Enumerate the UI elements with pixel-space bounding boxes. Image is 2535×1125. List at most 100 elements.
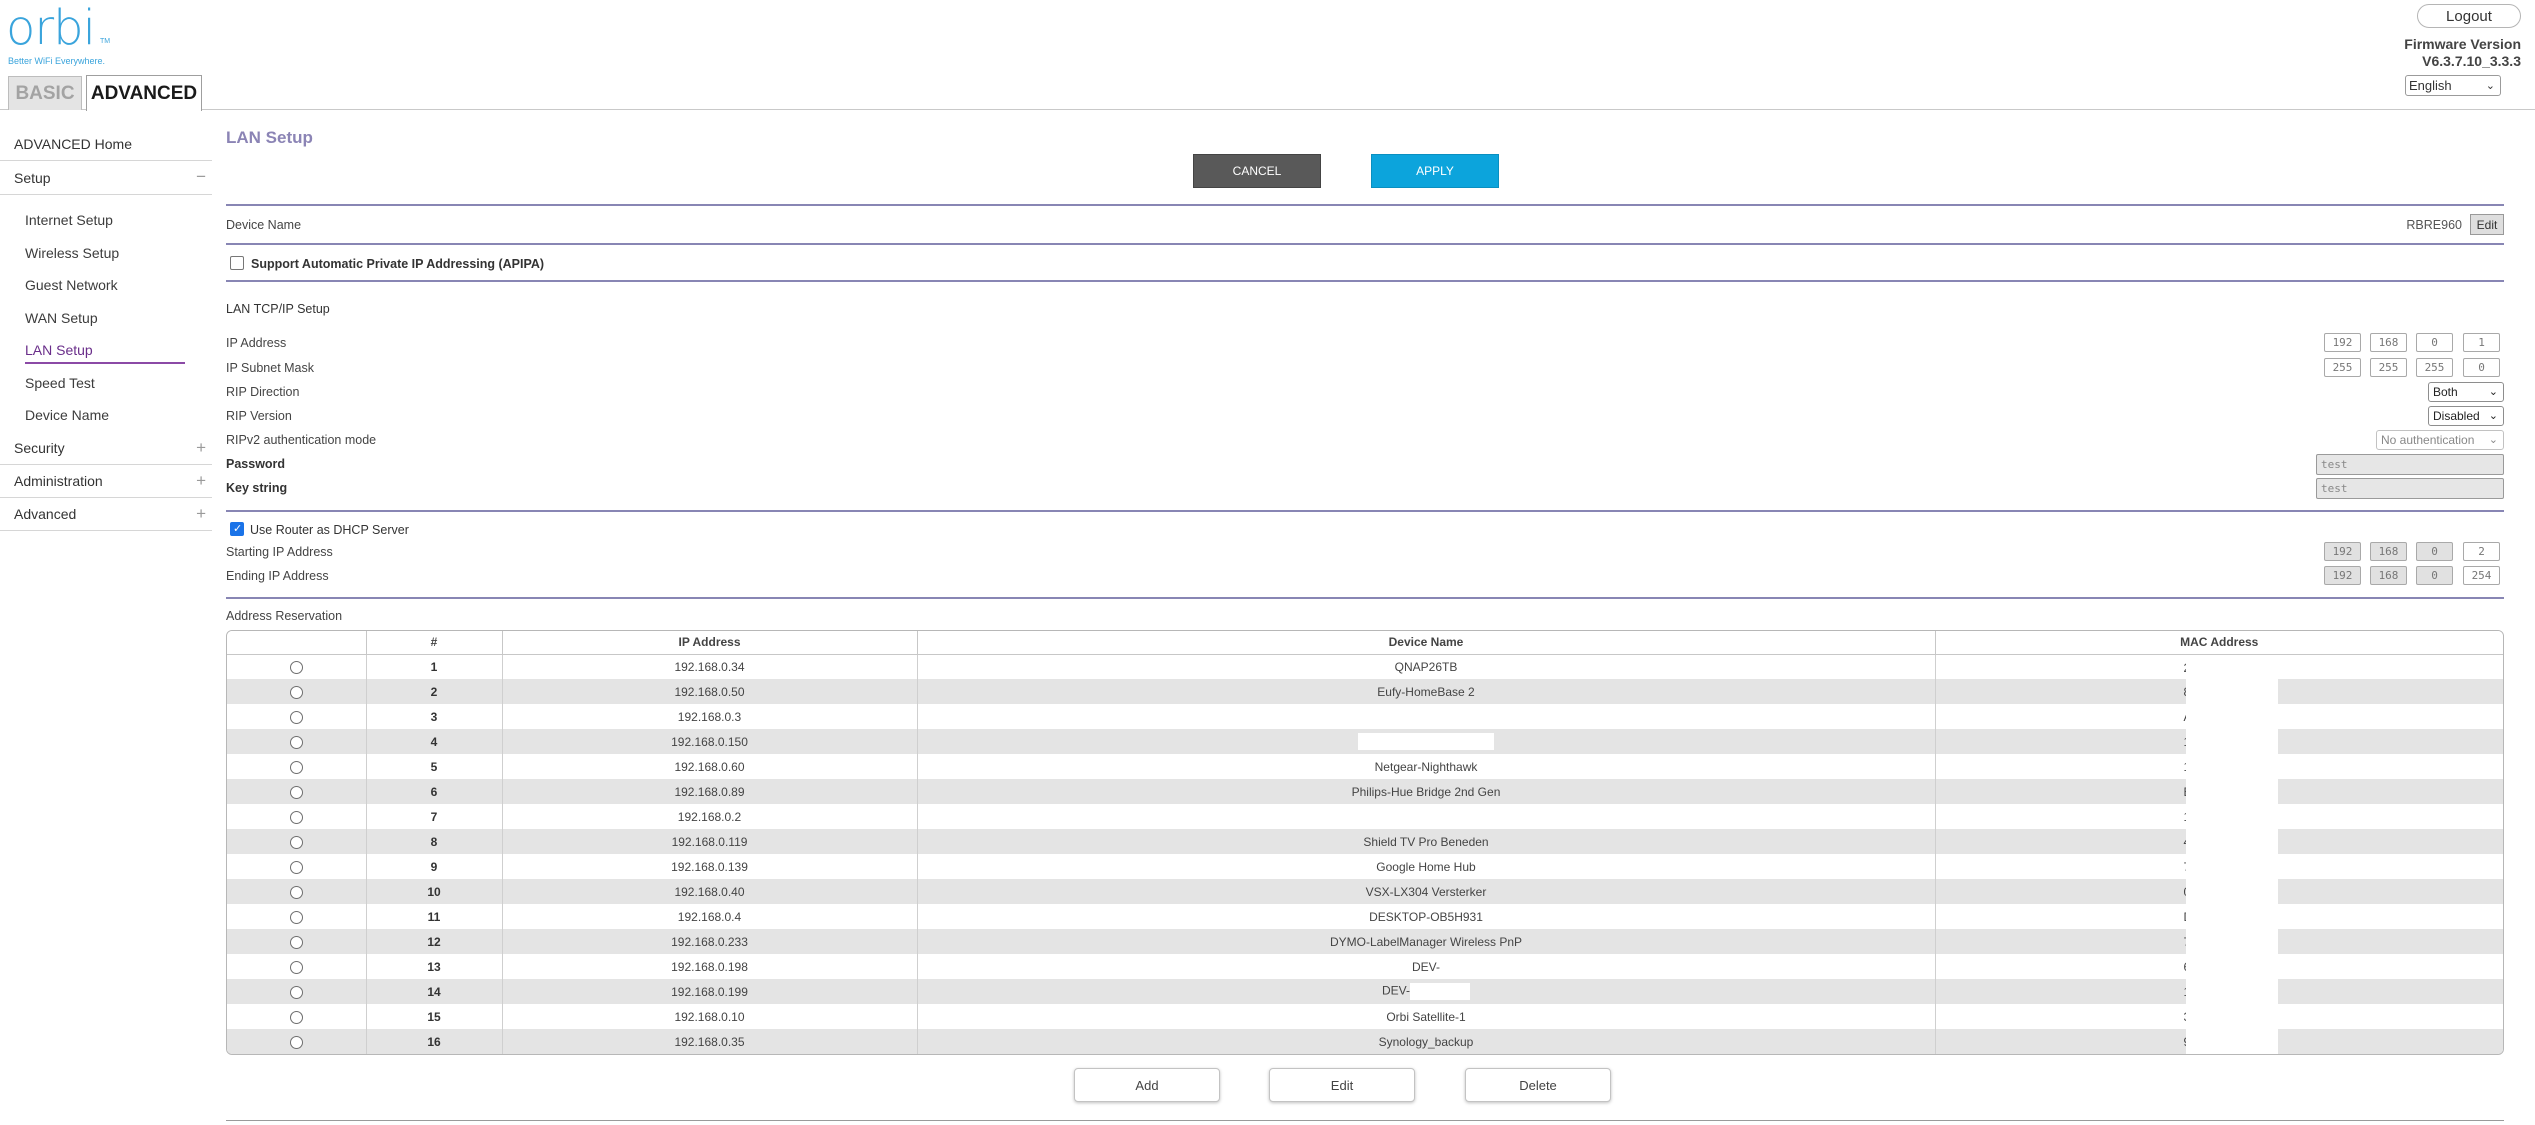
key-string-input[interactable]: test <box>2316 478 2504 499</box>
row-mac-address: 34: <box>1935 1004 2503 1029</box>
row-radio-button[interactable] <box>289 785 303 799</box>
sidebar-item-advanced-home[interactable]: ADVANCED Home <box>0 128 212 161</box>
delete-reservation-button[interactable]: Delete <box>1465 1068 1611 1102</box>
row-select-cell[interactable] <box>227 704 367 729</box>
table-row[interactable]: 4192.168.0.150 1C: <box>227 729 2503 754</box>
row-mac-address: 1E: <box>1935 979 2503 1004</box>
redaction-mask <box>2185 854 2278 879</box>
sidebar-item-security[interactable]: Security + <box>0 432 212 465</box>
sidebar-item-advanced[interactable]: Advanced + <box>0 498 212 531</box>
row-select-cell[interactable] <box>227 1004 367 1029</box>
table-row[interactable]: 5192.168.0.60 Netgear-Nighthawk 10: <box>227 754 2503 779</box>
subnet-octet-3[interactable]: 255 <box>2416 358 2453 377</box>
table-row[interactable]: 12 192.168.0.233 DYMO-LabelManager Wireles… <box>227 929 2503 954</box>
subnet-octet-2[interactable]: 255 <box>2370 358 2407 377</box>
ip-address-octet-4[interactable]: 1 <box>2463 333 2500 352</box>
row-radio-button[interactable] <box>289 860 303 874</box>
row-mac-address: 1C: <box>1935 804 2503 829</box>
row-select-cell[interactable] <box>227 979 367 1004</box>
row-radio-button[interactable] <box>289 685 303 699</box>
logout-button[interactable]: Logout <box>2417 4 2521 28</box>
sidebar-item-administration[interactable]: Administration + <box>0 465 212 498</box>
row-ip-address: 192.168.0.150 <box>502 729 918 754</box>
ip-address-octet-2[interactable]: 168 <box>2370 333 2407 352</box>
row-select-cell[interactable] <box>227 1029 367 1054</box>
row-radio-button[interactable] <box>289 885 303 899</box>
sidebar-item-guest-network[interactable]: Guest Network <box>0 269 212 302</box>
password-input[interactable]: test <box>2316 454 2504 475</box>
row-ip-address: 192.168.0.10 <box>502 1004 918 1029</box>
collapse-icon[interactable]: − <box>196 167 206 187</box>
apply-button[interactable]: APPLY <box>1371 154 1499 188</box>
table-row[interactable]: 8192.168.0.119 Shield TV Pro Beneden 48: <box>227 829 2503 854</box>
row-select-cell[interactable] <box>227 829 367 854</box>
row-select-cell[interactable] <box>227 879 367 904</box>
tab-advanced[interactable]: ADVANCED <box>86 75 202 111</box>
table-row[interactable]: 1192.168.0.34 QNAP26TB 24: <box>227 654 2503 680</box>
row-radio-button[interactable] <box>289 735 303 749</box>
rip-direction-select[interactable]: Both ⌄ <box>2428 382 2504 402</box>
edit-device-name-button[interactable]: Edit <box>2470 214 2504 235</box>
row-radio-button[interactable] <box>289 960 303 974</box>
row-radio-button[interactable] <box>289 935 303 949</box>
ip-address-octet-3[interactable]: 0 <box>2416 333 2453 352</box>
row-select-cell[interactable] <box>227 679 367 704</box>
table-row[interactable]: 14192.168.0.199 DEV- 1E: <box>227 979 2503 1004</box>
sidebar-item-internet-setup[interactable]: Internet Setup <box>0 204 212 237</box>
table-row[interactable]: 11192.168.0.4 DESKTOP-OB5H931 D4 <box>227 904 2503 929</box>
row-radio-button[interactable] <box>289 810 303 824</box>
row-select-cell[interactable] <box>227 929 367 954</box>
row-radio-button[interactable] <box>289 660 303 674</box>
add-reservation-button[interactable]: Add <box>1074 1068 1220 1102</box>
row-select-cell[interactable] <box>227 654 367 679</box>
row-radio-button[interactable] <box>289 1010 303 1024</box>
sidebar-item-wireless-setup[interactable]: Wireless Setup <box>0 237 212 270</box>
table-row[interactable]: 7192.168.0.2 1C: <box>227 804 2503 829</box>
table-row[interactable]: 15192.168.0.10 Orbi Satellite-1 34: <box>227 1004 2503 1029</box>
row-radio-button[interactable] <box>289 910 303 924</box>
table-row[interactable]: 13192.168.0.198 DEV- 62: <box>227 954 2503 979</box>
row-select-cell[interactable] <box>227 954 367 979</box>
expand-icon[interactable]: + <box>196 504 206 524</box>
table-row[interactable]: 9192.168.0.139 Google Home Hub 7C: <box>227 854 2503 879</box>
table-row[interactable]: 16192.168.0.35 Synology_backup 90: <box>227 1029 2503 1054</box>
row-radio-button[interactable] <box>289 1035 303 1049</box>
sidebar-item-wan-setup[interactable]: WAN Setup <box>0 302 212 335</box>
sidebar-item-device-name[interactable]: Device Name <box>0 399 212 432</box>
table-row[interactable]: 2192.168.0.50 Eufy-HomeBase 2 8C <box>227 679 2503 704</box>
sidebar-item-speed-test[interactable]: Speed Test <box>0 367 212 400</box>
sidebar-item-setup[interactable]: Setup − <box>0 161 212 194</box>
table-row[interactable]: 6192.168.0.89 Philips-Hue Bridge 2nd Gen E… <box>227 779 2503 804</box>
expand-icon[interactable]: + <box>196 438 206 458</box>
row-radio-button[interactable] <box>289 760 303 774</box>
apipa-checkbox[interactable] <box>230 256 244 270</box>
dhcp-server-checkbox[interactable] <box>230 522 244 536</box>
row-select-cell[interactable] <box>227 779 367 804</box>
row-radio-button[interactable] <box>289 985 303 999</box>
subnet-octet-1[interactable]: 255 <box>2324 358 2361 377</box>
ripv2-auth-select[interactable]: No authentication ⌄ <box>2376 430 2504 450</box>
row-select-cell[interactable] <box>227 904 367 929</box>
edit-reservation-button[interactable]: Edit <box>1269 1068 1415 1102</box>
row-radio-button[interactable] <box>289 710 303 724</box>
cancel-button[interactable]: CANCEL <box>1193 154 1321 188</box>
row-select-cell[interactable] <box>227 854 367 879</box>
ip-address-octet-1[interactable]: 192 <box>2324 333 2361 352</box>
subnet-octet-4[interactable]: 0 <box>2463 358 2500 377</box>
row-select-cell[interactable] <box>227 804 367 829</box>
divider <box>226 510 2504 512</box>
ending-ip-octet-4[interactable]: 254 <box>2463 566 2500 585</box>
rip-version-value: Disabled <box>2433 409 2480 423</box>
row-radio-button[interactable] <box>289 835 303 849</box>
row-select-cell[interactable] <box>227 729 367 754</box>
table-row[interactable]: 3192.168.0.3 A0 <box>227 704 2503 729</box>
rip-version-select[interactable]: Disabled ⌄ <box>2428 406 2504 426</box>
sidebar-item-lan-setup[interactable]: LAN Setup <box>0 334 212 367</box>
starting-ip-octet-4[interactable]: 2 <box>2463 542 2500 561</box>
expand-icon[interactable]: + <box>196 471 206 491</box>
tab-basic[interactable]: BASIC <box>8 76 82 110</box>
language-select[interactable]: English ⌄ <box>2405 75 2501 96</box>
row-select-cell[interactable] <box>227 754 367 779</box>
table-row[interactable]: 10192.168.0.40 VSX-LX304 Versterker 00 <box>227 879 2503 904</box>
